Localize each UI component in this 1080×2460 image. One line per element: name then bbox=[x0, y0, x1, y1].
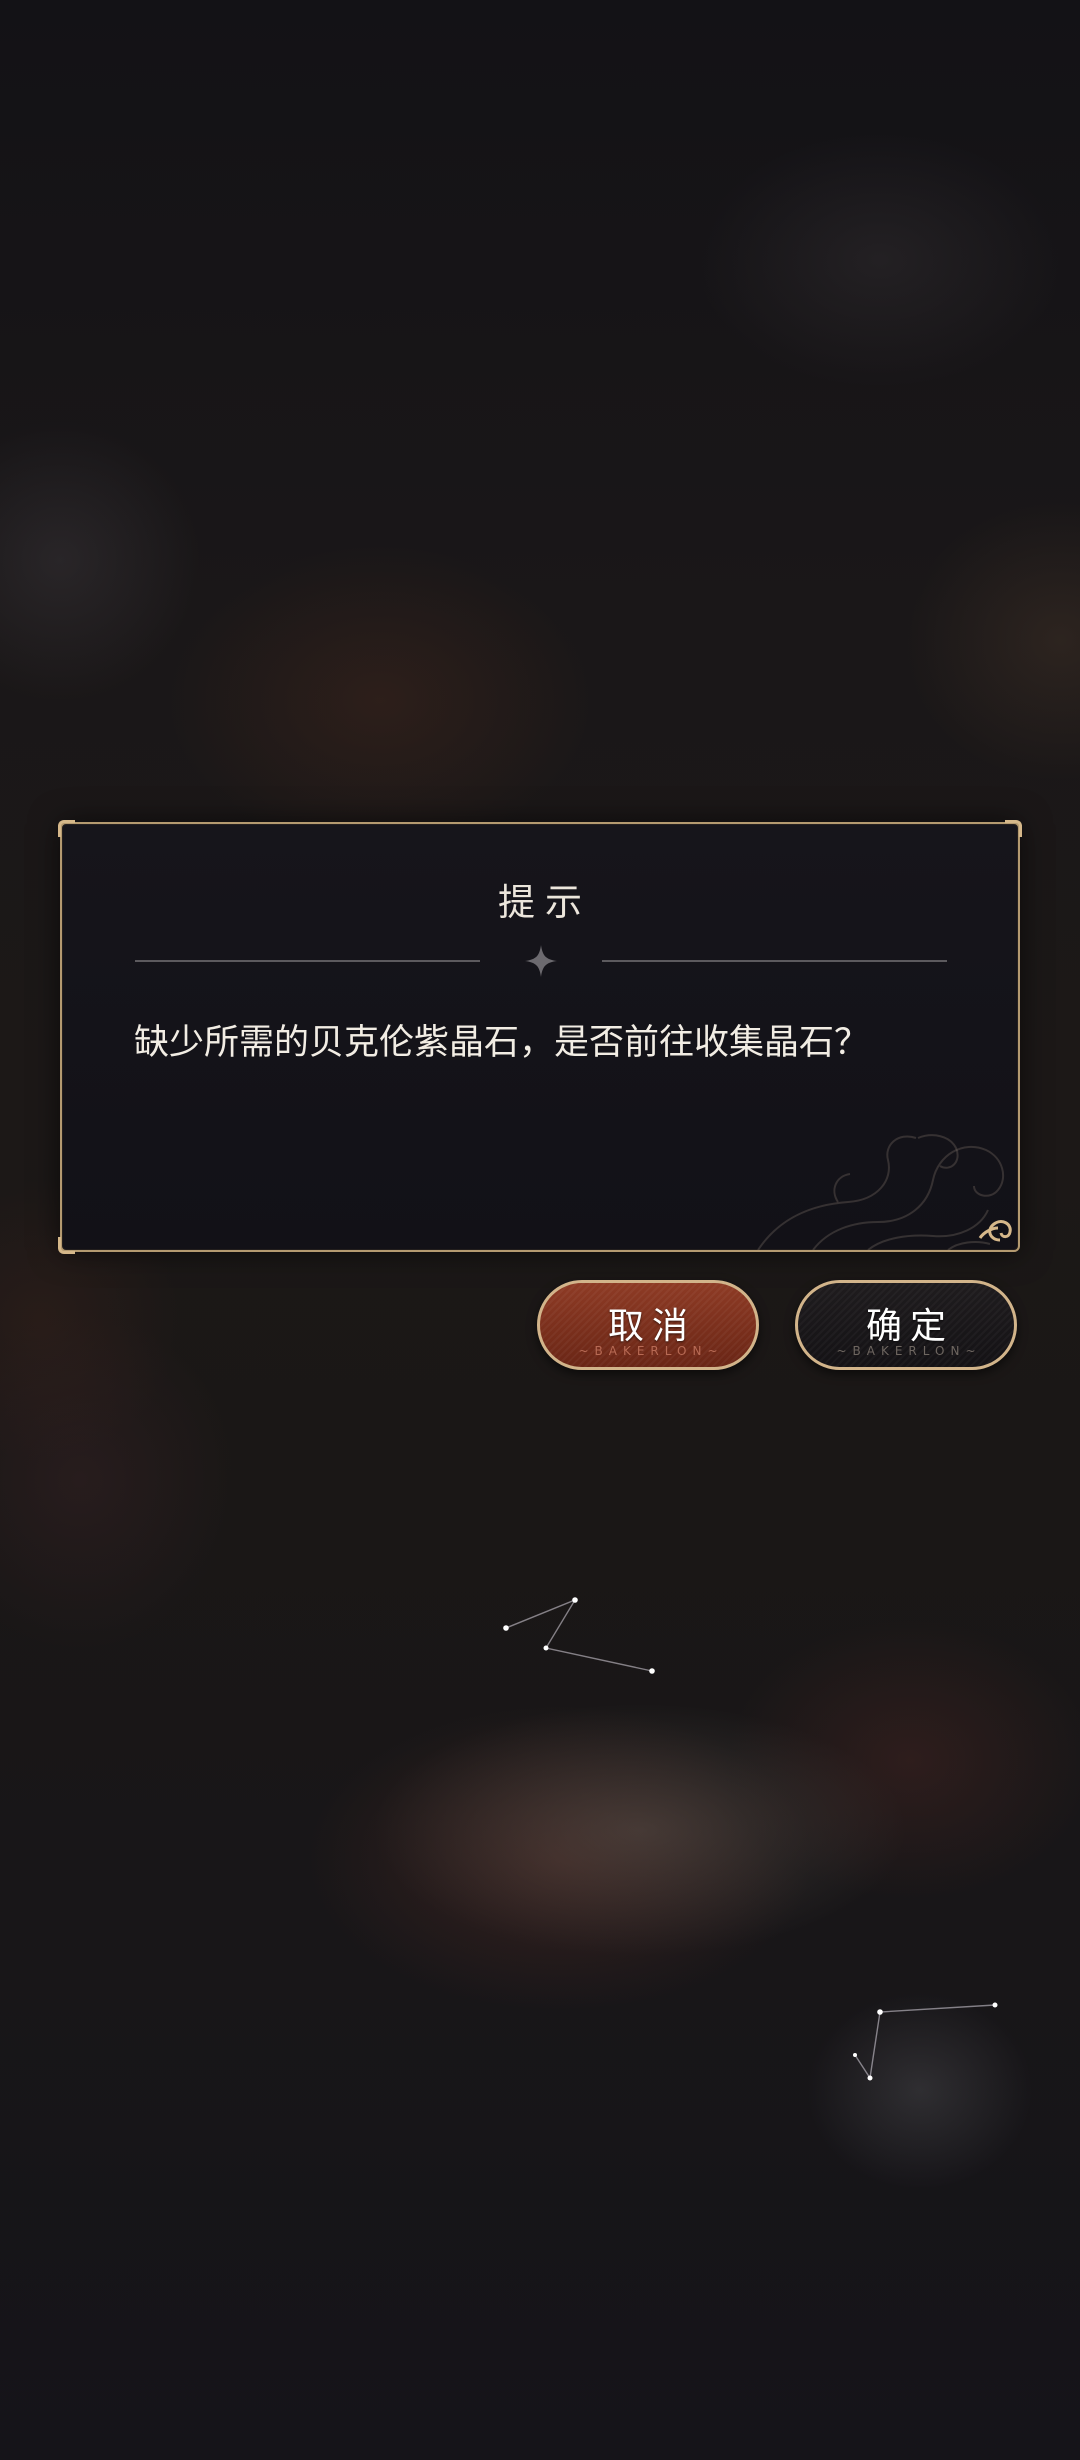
cancel-button-label: 取消 bbox=[607, 1306, 696, 1347]
frame-corner-top-left bbox=[58, 820, 75, 837]
title-divider-right bbox=[602, 960, 947, 962]
baroque-flourish-icon bbox=[757, 1134, 1012, 1250]
cancel-button[interactable]: 取消 ~BAKERLON~ bbox=[537, 1280, 759, 1370]
frame-corner-top-right bbox=[1005, 820, 1022, 837]
confirm-button[interactable]: 确定 ~BAKERLON~ bbox=[795, 1280, 1017, 1370]
four-point-star-icon bbox=[525, 945, 557, 977]
prompt-dialog: 提示 缺少所需的贝克伦紫晶石，是否前往收集晶石？ bbox=[58, 820, 1022, 1254]
dialog-title: 提示 bbox=[498, 881, 592, 924]
title-divider-left bbox=[135, 960, 480, 962]
game-screen: 提示 缺少所需的贝克伦紫晶石，是否前往收集晶石？ 取消 ~BAKERLON~ 确… bbox=[0, 0, 1080, 2460]
confirm-button-label: 确定 bbox=[865, 1306, 954, 1347]
frame-corner-bottom-left bbox=[58, 1237, 75, 1254]
confirm-button-sublabel: ~BAKERLON~ bbox=[836, 1344, 982, 1358]
dialog-message: 缺少所需的贝克伦紫晶石，是否前往收集晶石？ bbox=[134, 1023, 870, 1063]
cancel-button-sublabel: ~BAKERLON~ bbox=[578, 1344, 724, 1358]
